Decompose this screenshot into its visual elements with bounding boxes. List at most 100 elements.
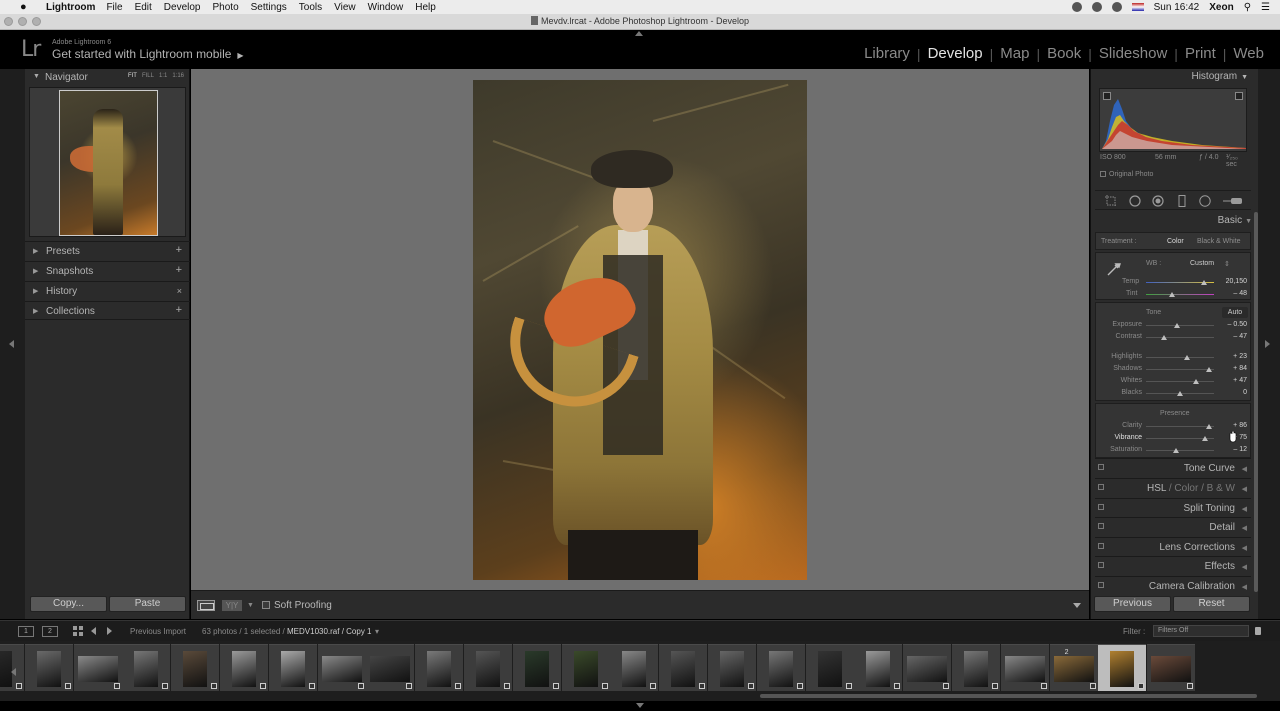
split-toning-section[interactable]: Split Toning ◀ [1095, 498, 1251, 517]
history-section[interactable]: ▶ History × [25, 281, 190, 300]
radial-filter-icon[interactable] [1199, 195, 1211, 207]
blacks-slider-thumb[interactable] [1177, 391, 1183, 396]
wb-dropdown-icon[interactable]: ⇕ [1224, 260, 1230, 268]
highlights-slider[interactable] [1146, 357, 1214, 358]
toolbar-menu-icon[interactable] [1073, 603, 1081, 608]
collapse-top-panel-arrow[interactable] [635, 31, 643, 36]
treatment-color-option[interactable]: Color [1167, 238, 1184, 245]
tint-slider-thumb[interactable] [1168, 292, 1175, 297]
hsl-label[interactable]: HSL [1147, 483, 1166, 494]
spotlight-icon[interactable]: ⚲ [1244, 2, 1251, 13]
reset-button[interactable]: Reset [1173, 596, 1250, 612]
filmstrip-source[interactable]: Previous Import [130, 627, 186, 636]
filmstrip-thumbnail[interactable] [122, 644, 171, 691]
module-slideshow[interactable]: Slideshow [1099, 45, 1167, 62]
panel-switch-icon[interactable] [1098, 504, 1104, 510]
shadows-slider-thumb[interactable] [1205, 367, 1212, 372]
camera-calibration-section[interactable]: Camera Calibration ◀ [1095, 576, 1251, 595]
wb-value[interactable]: Custom [1190, 260, 1214, 267]
temp-value[interactable]: 20,150 [1217, 278, 1247, 285]
clear-history-button[interactable]: × [177, 286, 182, 296]
filmstrip-thumbnail[interactable] [366, 644, 415, 691]
filmstrip-thumbnail[interactable] [73, 644, 122, 691]
panel-switch-icon[interactable] [1098, 464, 1104, 470]
filmstrip-thumbnail[interactable] [464, 644, 512, 691]
filmstrip-thumbnail[interactable] [805, 644, 854, 691]
filmstrip-scrollbar[interactable] [760, 694, 1257, 698]
clarity-slider[interactable] [1146, 426, 1214, 427]
filmstrip-thumbnail[interactable] [171, 644, 220, 691]
treatment-bw-option[interactable]: Black & White [1197, 238, 1241, 245]
filmstrip-thumbnail[interactable] [317, 644, 366, 691]
hsl-section[interactable]: HSL / Color / B & W ◀ [1095, 478, 1251, 497]
histogram[interactable] [1099, 88, 1247, 152]
module-develop[interactable]: Develop [928, 45, 983, 62]
navigator-header[interactable]: ▼ Navigator FIT FILL 1:1 1:16 [25, 69, 190, 86]
filename-dropdown-icon[interactable]: ▾ [375, 627, 379, 636]
previous-button[interactable]: Previous [1094, 596, 1171, 612]
filmstrip-thumbnail[interactable] [1147, 644, 1196, 691]
flag-icon[interactable] [1131, 3, 1144, 11]
contrast-slider-thumb[interactable] [1161, 335, 1168, 340]
menu-app-name[interactable]: Lightroom [46, 2, 95, 13]
apple-icon[interactable]: ● [20, 1, 34, 13]
zoom-fit[interactable]: FIT [128, 73, 137, 79]
go-forward-arrow[interactable] [107, 627, 112, 635]
basic-header[interactable]: Basic ▼ [1218, 215, 1252, 226]
collapse-right-panel-arrow[interactable] [1265, 340, 1270, 348]
module-print[interactable]: Print [1185, 45, 1216, 62]
menu-edit[interactable]: Edit [135, 2, 152, 13]
copy-settings-button[interactable]: Copy... [30, 596, 107, 612]
menu-tools[interactable]: Tools [299, 2, 322, 13]
go-back-arrow[interactable] [91, 627, 96, 635]
soft-proofing-label[interactable]: Soft Proofing [274, 600, 332, 611]
filmstrip-thumbnail[interactable] [903, 644, 952, 691]
notification-icon[interactable]: ☰ [1261, 2, 1270, 13]
menu-view[interactable]: View [334, 2, 356, 13]
collapse-left-panel-arrow[interactable] [9, 340, 14, 348]
zoom-1-1[interactable]: 1:1 [159, 73, 167, 79]
collections-section[interactable]: ▶ Collections + [25, 301, 190, 320]
contrast-slider[interactable] [1146, 337, 1214, 338]
saturation-value[interactable]: – 12 [1217, 446, 1247, 453]
menu-clock[interactable]: Sun 16:42 [1154, 2, 1200, 13]
exposure-value[interactable]: – 0.50 [1217, 321, 1247, 328]
snapshots-section[interactable]: ▶ Snapshots + [25, 261, 190, 280]
temp-slider-thumb[interactable] [1201, 280, 1208, 285]
panel-switch-icon[interactable] [1098, 562, 1104, 568]
collapse-bottom-panel-arrow[interactable] [636, 703, 644, 708]
soft-proofing-checkbox[interactable] [262, 601, 270, 609]
menu-window[interactable]: Window [368, 2, 404, 13]
red-eye-icon[interactable] [1152, 195, 1164, 207]
graduated-filter-icon[interactable] [1176, 195, 1188, 207]
second-window-button[interactable]: 2 [42, 626, 58, 637]
shadows-slider[interactable] [1146, 369, 1214, 370]
menu-file[interactable]: File [106, 2, 122, 13]
main-photo[interactable] [473, 80, 807, 580]
clarity-slider-thumb[interactable] [1206, 424, 1213, 429]
saturation-slider-thumb[interactable] [1172, 448, 1179, 453]
module-library[interactable]: Library [864, 45, 910, 62]
filmstrip-thumbnail[interactable] [1098, 644, 1147, 691]
clarity-value[interactable]: + 86 [1217, 422, 1247, 429]
panel-switch-icon[interactable] [1098, 484, 1104, 490]
filmstrip-thumbnail[interactable] [512, 644, 561, 691]
main-window-button[interactable]: 1 [18, 626, 34, 637]
shadow-clipping-icon[interactable] [1103, 92, 1111, 100]
filter-lock-icon[interactable] [1255, 627, 1261, 635]
filmstrip-thumbnail[interactable] [756, 644, 805, 691]
hsl-color-label[interactable]: Color [1174, 483, 1198, 494]
before-after-button[interactable]: Y|Y [222, 600, 242, 611]
filmstrip-thumbnail[interactable] [854, 644, 903, 691]
presets-section[interactable]: ▶ Presets + [25, 241, 190, 260]
crop-icon[interactable] [1105, 195, 1117, 207]
filmstrip-thumbnail[interactable] [415, 644, 464, 691]
chevron-down-icon[interactable]: ▼ [247, 602, 254, 609]
spot-removal-icon[interactable] [1129, 195, 1141, 207]
tone-curve-section[interactable]: Tone Curve ◀ [1095, 458, 1251, 477]
filmstrip-thumbnail[interactable] [659, 644, 708, 691]
exposure-slider-thumb[interactable] [1174, 323, 1181, 328]
vibrance-slider-thumb[interactable] [1202, 436, 1209, 441]
panel-switch-icon[interactable] [1098, 543, 1104, 549]
histogram-header[interactable]: Histogram ▼ [1191, 71, 1248, 82]
